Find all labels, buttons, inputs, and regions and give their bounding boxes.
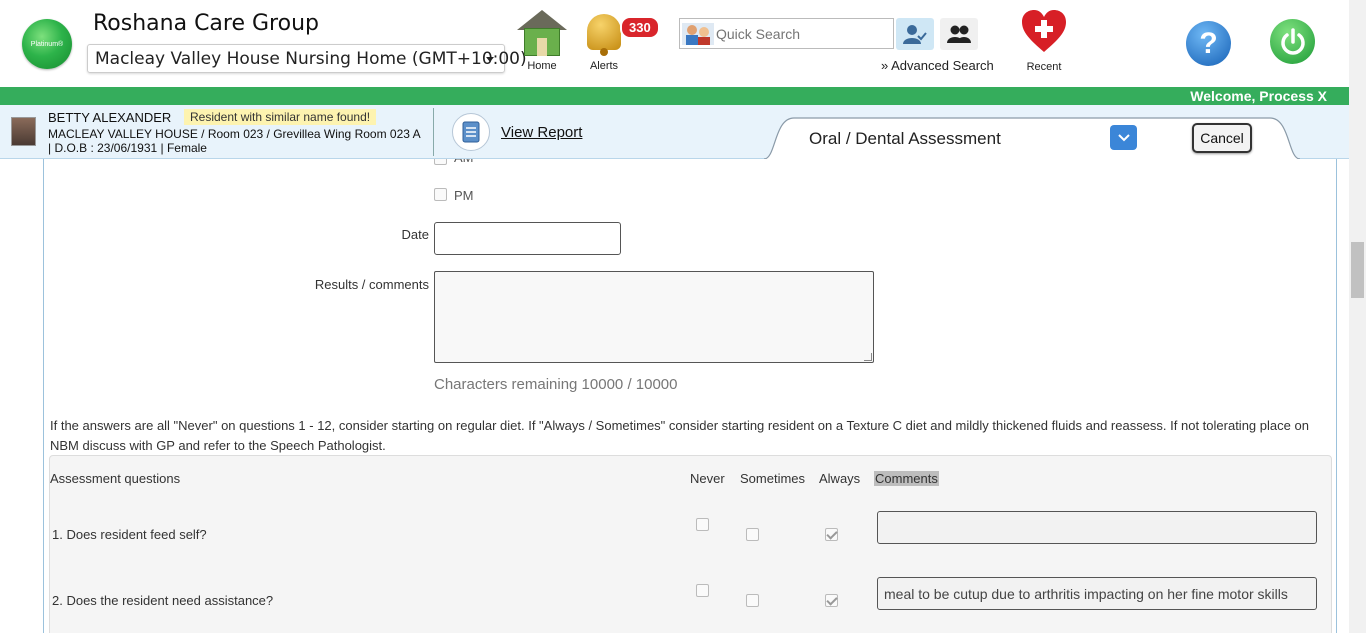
quick-search <box>679 18 894 49</box>
resize-grip-icon[interactable] <box>864 353 872 361</box>
recent-button[interactable]: Recent <box>1016 8 1072 73</box>
question-2-text: 2. Does the resident need assistance? <box>52 593 274 608</box>
results-textarea[interactable] <box>434 271 874 363</box>
page-scrollbar[interactable] <box>1349 0 1366 633</box>
question-2-always-checkbox[interactable] <box>825 594 838 607</box>
alerts-button[interactable]: Alerts <box>578 8 630 72</box>
instructions-text: If the answers are all "Never" on questi… <box>50 418 1309 453</box>
help-icon: ? <box>1199 26 1218 60</box>
form-dropdown-button[interactable] <box>1110 125 1137 150</box>
resident-avatar[interactable] <box>11 117 36 146</box>
characters-remaining: Characters remaining 10000 / 10000 <box>434 376 678 393</box>
header-always: Always <box>819 471 861 486</box>
power-icon <box>1280 27 1305 55</box>
question-1-never-checkbox[interactable] <box>696 518 709 531</box>
alerts-label: Alerts <box>589 60 619 72</box>
cancel-button[interactable]: Cancel <box>1192 123 1252 153</box>
alerts-count-badge: 330 <box>620 16 660 39</box>
assessment-panel: Assessment questions Never Sometimes Alw… <box>49 455 1332 633</box>
advanced-search-link[interactable]: » Advanced Search <box>881 58 994 73</box>
platinum-logo: Platinum® <box>22 19 72 69</box>
view-report-link[interactable]: View Report <box>501 124 582 141</box>
scrollbar-thumb[interactable] <box>1351 242 1364 298</box>
question-1-always-checkbox[interactable] <box>825 528 838 541</box>
pm-checkbox[interactable] <box>434 188 447 201</box>
user-check-icon <box>903 25 927 44</box>
quick-search-input[interactable] <box>716 23 886 45</box>
home-button[interactable]: Home <box>514 8 570 72</box>
am-checkbox[interactable] <box>434 159 447 165</box>
facility-select[interactable]: Macleay Valley House Nursing Home (GMT+1… <box>87 44 527 73</box>
divider <box>433 108 434 156</box>
org-name: Roshana Care Group <box>93 11 319 36</box>
am-label: AM <box>454 159 474 165</box>
resident-location: MACLEAY VALLEY HOUSE / Room 023 / Grevil… <box>48 127 421 141</box>
heart-plus-icon <box>1022 10 1066 52</box>
search-residents-button[interactable] <box>896 18 934 50</box>
header-never: Never <box>690 471 725 486</box>
pm-label: PM <box>454 188 474 203</box>
header-sometimes: Sometimes <box>740 471 806 486</box>
report-button[interactable] <box>452 113 490 151</box>
help-button[interactable]: ? <box>1186 21 1231 66</box>
question-2-never-checkbox[interactable] <box>696 584 709 597</box>
date-label: Date <box>401 227 429 242</box>
question-1-text: 1. Does resident feed self? <box>52 527 207 542</box>
question-1-comment-input[interactable] <box>877 511 1317 544</box>
home-label: Home <box>527 60 557 72</box>
top-header: Platinum® Roshana Care Group Macleay Val… <box>0 0 1349 87</box>
question-2-sometimes-checkbox[interactable] <box>746 594 759 607</box>
home-icon <box>517 8 567 58</box>
double-chevron-icon: » <box>881 58 889 73</box>
results-label: Results / comments <box>314 277 429 292</box>
document-icon <box>462 121 480 143</box>
advanced-search-label: Advanced Search <box>891 58 994 73</box>
question-1-sometimes-checkbox[interactable] <box>746 528 759 541</box>
header-assessment-questions: Assessment questions <box>50 471 181 486</box>
chevron-down-icon <box>486 57 494 62</box>
resident-dob: | D.O.B : 23/06/1931 | Female <box>48 141 207 155</box>
form-content: AM PM Date Results / comments Characters… <box>43 159 1337 633</box>
search-users-button[interactable] <box>940 18 978 50</box>
recent-label: Recent <box>1026 61 1062 73</box>
residents-icon <box>682 23 714 45</box>
facility-select-value: Macleay Valley House Nursing Home (GMT+1… <box>95 49 527 69</box>
question-2-comment-input[interactable]: meal to be cutup due to arthritis impact… <box>877 577 1317 610</box>
welcome-bar: Welcome, Process X <box>0 87 1349 105</box>
logout-button[interactable] <box>1270 19 1315 64</box>
resident-name[interactable]: BETTY ALEXANDER <box>48 110 171 125</box>
date-input[interactable] <box>434 222 621 255</box>
chevron-down-icon <box>1117 133 1130 141</box>
logo-text: Platinum® <box>30 40 64 48</box>
header-comments: Comments <box>874 471 939 486</box>
users-icon <box>947 25 971 43</box>
form-title: Oral / Dental Assessment <box>809 129 1001 148</box>
similar-name-warning: Resident with similar name found! <box>184 109 377 125</box>
